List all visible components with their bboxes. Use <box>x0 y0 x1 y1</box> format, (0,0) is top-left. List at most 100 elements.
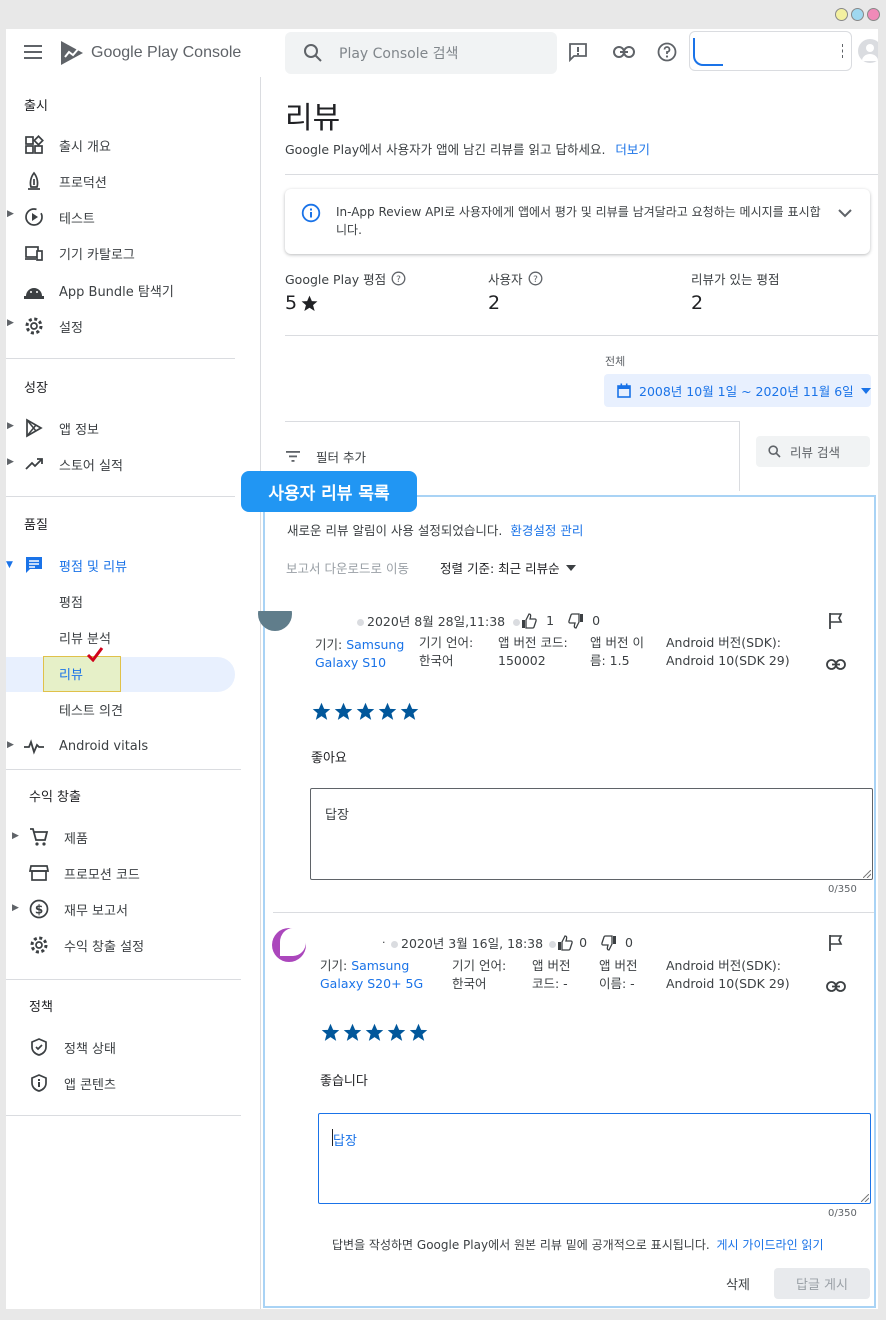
star-icon <box>400 702 419 720</box>
reply-placeholder: 답장 <box>333 1134 357 1149</box>
review-date-row: 2020년 3월 16일, 18:38 0 0 <box>391 933 633 952</box>
account-menu-icon <box>842 44 844 58</box>
reply-textarea[interactable]: 답장 <box>310 788 873 880</box>
star-icon <box>387 1023 406 1041</box>
add-filter-button[interactable]: 필터 추가 <box>286 447 366 466</box>
star-icon <box>312 702 331 720</box>
review-device: 기기: Samsung Galaxy S10 <box>315 636 404 672</box>
review-search-input[interactable]: 리뷰 검색 <box>756 436 870 467</box>
sidebar-item-android-vitals[interactable]: Android vitals <box>23 734 148 758</box>
dashboard-icon <box>23 134 45 156</box>
sidebar-item-label: 기기 카탈로그 <box>59 247 135 263</box>
link-icon[interactable] <box>824 652 848 676</box>
sidebar-item-production[interactable]: 프로덕션 <box>23 169 107 193</box>
sidebar-item-products[interactable]: 제품 <box>28 825 88 849</box>
expand-caret-icon[interactable]: ▶ <box>7 740 14 750</box>
flag-icon[interactable] <box>824 931 848 955</box>
device-link[interactable]: Samsung <box>346 637 404 652</box>
review-device: 기기: Samsung Galaxy S20+ 5G <box>320 957 423 993</box>
reply-textarea[interactable]: 답장 <box>318 1113 871 1204</box>
expand-caret-icon[interactable]: ▶ <box>7 318 14 328</box>
date-range-value: 2008년 10월 1일 ~ 2020년 11월 6일 <box>639 384 854 399</box>
device-label: 기기: <box>315 637 343 652</box>
trending-up-icon <box>23 453 45 475</box>
avatar[interactable] <box>858 39 878 63</box>
account-selector[interactable] <box>689 31 852 71</box>
manage-preferences-link[interactable]: 환경설정 관리 <box>510 523 583 538</box>
review-version-code: 앱 버전 코드: 150002 <box>498 634 568 670</box>
expand-caret-icon[interactable]: ▶ <box>7 421 14 431</box>
link-icon[interactable] <box>824 974 848 998</box>
sidebar-item-app-content[interactable]: 앱 콘텐츠 <box>28 1071 116 1095</box>
review-version-code: 앱 버전 코드: - <box>532 957 570 993</box>
sidebar-item-testing[interactable]: 테스트 <box>23 205 95 229</box>
sidebar-item-label: 앱 정보 <box>59 422 100 438</box>
thumbs-down-icon <box>601 934 617 951</box>
sidebar-item-store-performance[interactable]: 스토어 실적 <box>23 452 123 476</box>
sidebar-item-testing-feedback[interactable]: 테스트 의견 <box>59 697 123 721</box>
learn-more-link[interactable]: 더보기 <box>615 142 650 157</box>
device-link-line2[interactable]: Galaxy S20+ 5G <box>320 975 423 993</box>
review-version-name: 앱 버전 이 름: 1.5 <box>590 634 644 670</box>
download-report-link[interactable]: 보고서 다운로드로 이동 <box>286 558 409 577</box>
reply-notice: 답변을 작성하면 Google Play에서 원본 리뷰 밑에 공개적으로 표시… <box>332 1238 710 1252</box>
android-version-label: Android 버전(SDK): <box>666 635 782 650</box>
flag-icon[interactable] <box>824 609 848 633</box>
chevron-down-icon[interactable] <box>836 206 854 224</box>
sidebar-item-setup[interactable]: 설정 <box>23 314 83 338</box>
link-icon[interactable] <box>612 40 636 64</box>
help-outline-icon[interactable]: ? <box>391 271 406 286</box>
svg-text:?: ? <box>396 275 401 285</box>
sidebar-item-app-bundle[interactable]: App Bundle 탐색기 <box>23 278 174 302</box>
dislikes-count: 0 <box>592 613 601 628</box>
expand-caret-icon[interactable]: ▶ <box>12 903 19 913</box>
sidebar-divider <box>6 496 235 497</box>
account-selector-accent <box>693 38 723 66</box>
sidebar-item-monetize-setup[interactable]: 수익 창출 설정 <box>28 933 144 957</box>
device-link[interactable]: Samsung <box>351 958 409 973</box>
stat-value: 2 <box>691 292 704 314</box>
expand-caret-icon[interactable]: ▶ <box>7 457 14 467</box>
search-icon <box>304 44 322 62</box>
resize-handle-icon[interactable] <box>861 1194 869 1202</box>
collapse-caret-icon[interactable]: ▼ <box>6 560 13 570</box>
reviewer-avatar-circle <box>258 611 292 631</box>
window-maximize-dot[interactable] <box>851 8 864 21</box>
sidebar-item-app-info[interactable]: 앱 정보 <box>23 416 99 440</box>
help-outline-icon[interactable]: ? <box>528 271 543 286</box>
device-label: 기기: <box>320 958 348 973</box>
resize-handle-icon[interactable] <box>863 870 871 878</box>
help-icon[interactable] <box>655 40 679 64</box>
in-app-review-banner[interactable]: In-App Review API로 사용자에게 앱에서 평가 및 리뷰를 남겨… <box>285 189 870 254</box>
delete-button[interactable]: 삭제 <box>712 1268 764 1298</box>
sidebar-item-ratings-reviews[interactable]: 평점 및 리뷰 <box>23 553 127 577</box>
review-star-rating <box>320 1022 429 1043</box>
sidebar-item-policy-status[interactable]: 정책 상태 <box>28 1035 116 1059</box>
console-search-input[interactable]: Play Console 검색 <box>285 32 557 74</box>
feedback-icon[interactable] <box>566 40 590 64</box>
reply-counter: 0/350 <box>828 1208 857 1219</box>
guidelines-link[interactable]: 게시 가이드라인 읽기 <box>717 1238 824 1252</box>
sort-dropdown[interactable]: 정렬 기준: 최근 리뷰순 <box>440 558 576 577</box>
window-close-dot[interactable] <box>867 8 880 21</box>
sidebar-item-device-catalog[interactable]: 기기 카탈로그 <box>23 241 135 265</box>
separator-dot-icon <box>357 619 364 626</box>
sidebar-item-reviews[interactable]: 리뷰 <box>59 661 83 685</box>
review-search-placeholder: 리뷰 검색 <box>790 445 840 460</box>
sidebar-item-release-overview[interactable]: 출시 개요 <box>23 133 111 157</box>
sidebar-item-label: App Bundle 탐색기 <box>59 284 174 300</box>
play-console-app: Google Play Console Play Console 검색 출시 출… <box>6 29 878 1309</box>
sidebar-item-promo-codes[interactable]: 프로모션 코드 <box>28 861 140 885</box>
window-minimize-dot[interactable] <box>835 8 848 21</box>
date-range-picker[interactable]: 2008년 10월 1일 ~ 2020년 11월 6일 <box>604 374 871 407</box>
expand-caret-icon[interactable]: ▶ <box>12 831 19 841</box>
post-reply-button[interactable]: 답글 게시 <box>774 1268 870 1299</box>
sidebar-item-ratings[interactable]: 평점 <box>59 589 83 613</box>
sidebar-item-label: 정책 상태 <box>64 1041 116 1057</box>
device-link-line2[interactable]: Galaxy S10 <box>315 654 404 672</box>
likes-count: 0 <box>579 935 588 950</box>
expand-caret-icon[interactable]: ▶ <box>7 209 14 219</box>
sidebar-item-financial-reports[interactable]: $ 재무 보고서 <box>28 897 128 921</box>
sidebar-item-label: 테스트 <box>59 211 95 227</box>
gear-icon <box>23 315 45 337</box>
